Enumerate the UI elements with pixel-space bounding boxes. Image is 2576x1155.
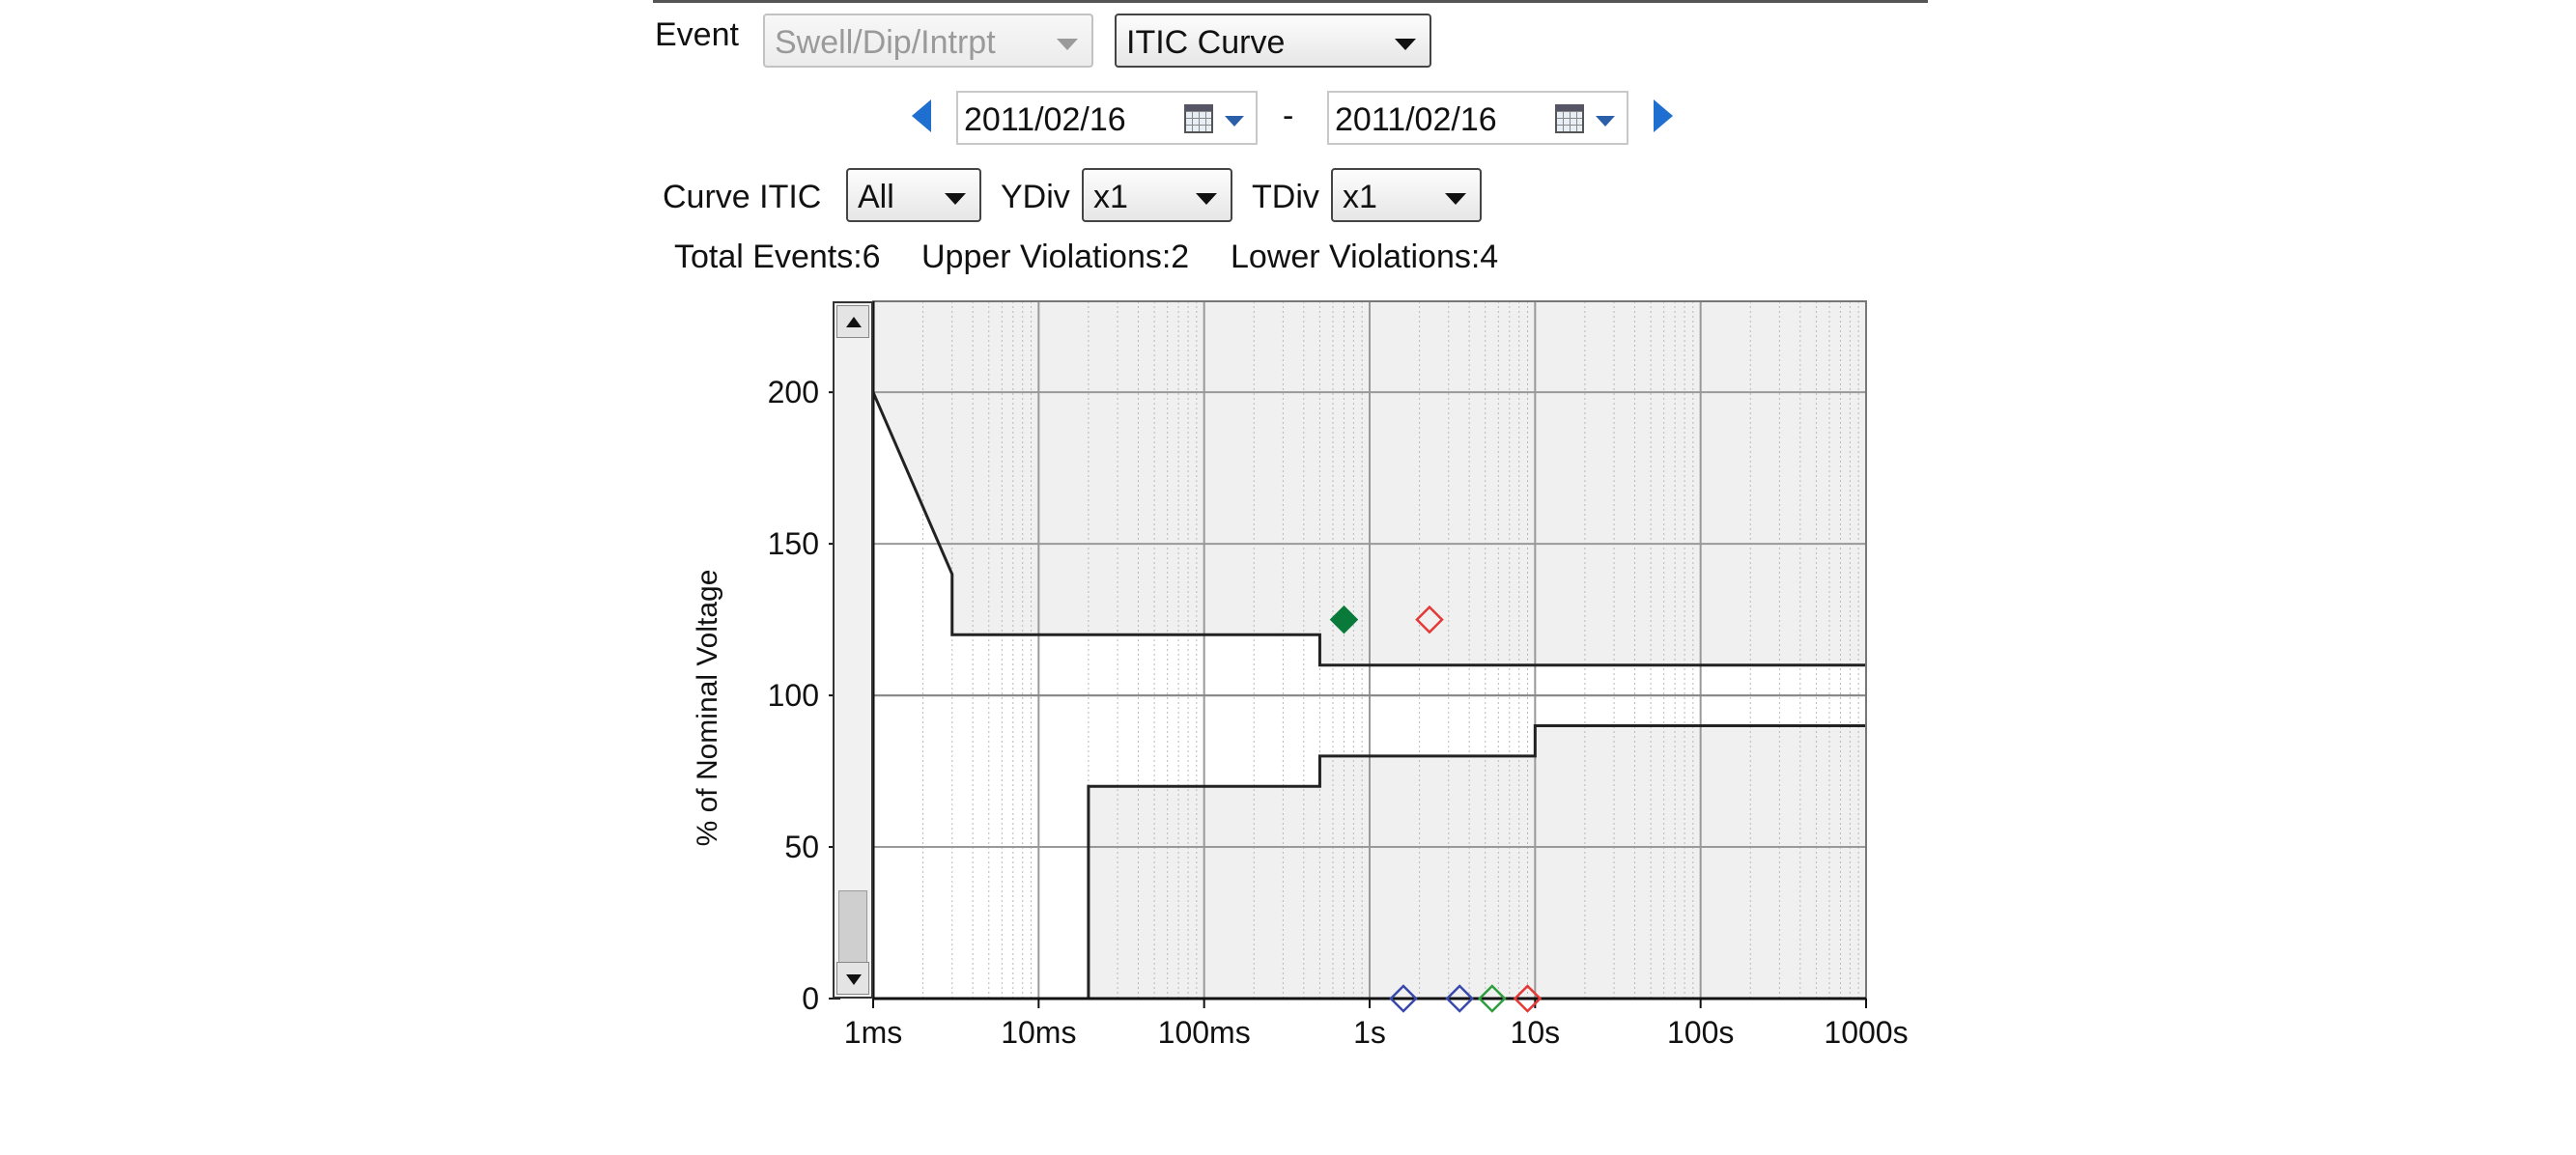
- scroll-up-icon: [846, 317, 862, 327]
- y-tick-label: 100: [768, 678, 819, 713]
- y-tick-label: 0: [802, 981, 819, 1016]
- scrollbar-thumb[interactable]: [838, 890, 867, 968]
- x-tick-label: 100s: [1667, 1015, 1734, 1050]
- vertical-scrollbar[interactable]: [833, 301, 873, 999]
- y-tick-label: 200: [768, 375, 819, 409]
- scroll-up-button[interactable]: [836, 305, 869, 338]
- x-tick-label: 1s: [1353, 1015, 1386, 1050]
- scroll-down-icon: [846, 974, 862, 985]
- y-tick-label: 150: [768, 526, 819, 561]
- y-axis-label: % of Nominal Voltage: [692, 570, 723, 847]
- x-tick-label: 100ms: [1158, 1015, 1251, 1050]
- y-tick-label: 50: [784, 830, 819, 864]
- x-tick-label: 1000s: [1824, 1015, 1908, 1050]
- scroll-down-button[interactable]: [836, 962, 869, 995]
- x-tick-label: 10s: [1511, 1015, 1561, 1050]
- itic-chart: 0 50 100 150 200 1ms 10ms 100ms 1s 10s 100s 1000s % …: [692, 300, 1909, 1050]
- x-tick-label: 10ms: [1001, 1015, 1076, 1050]
- x-tick-label: 1ms: [844, 1015, 902, 1050]
